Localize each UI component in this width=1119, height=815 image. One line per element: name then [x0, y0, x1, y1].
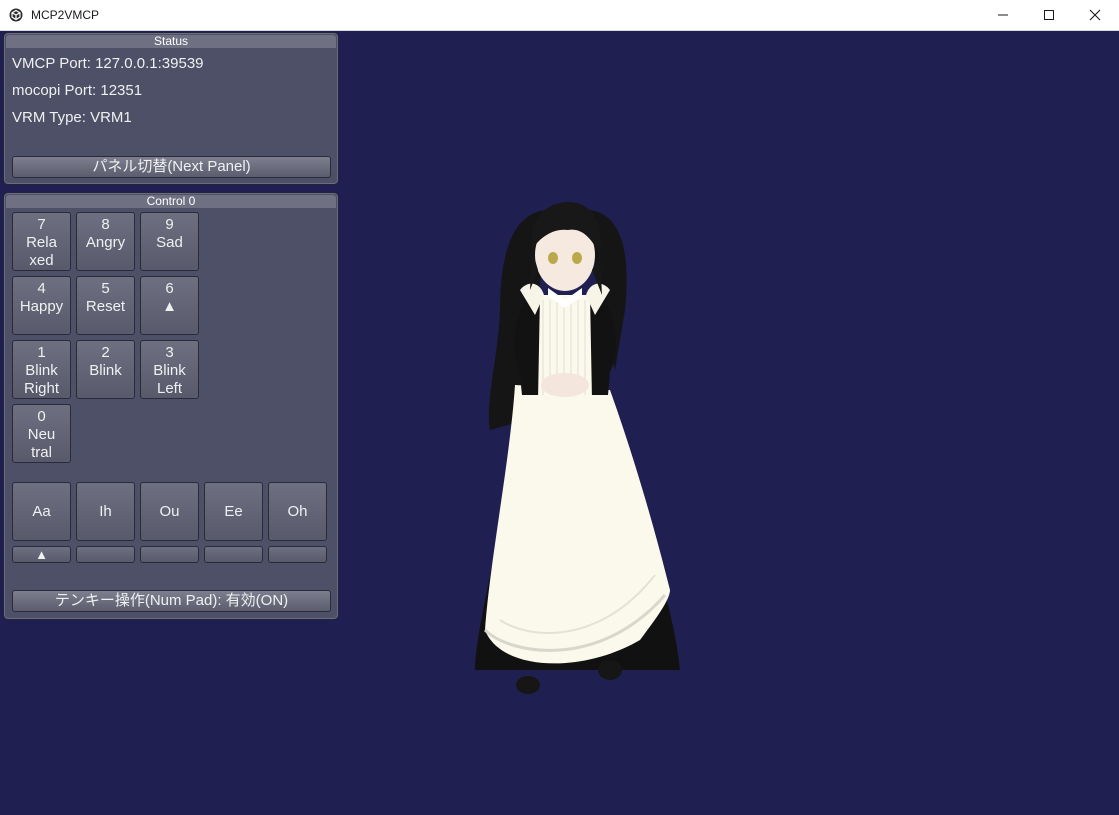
viseme-ih-slider[interactable] [76, 546, 135, 563]
key-label: Rela [26, 234, 57, 251]
key-number: 4 [37, 280, 46, 297]
status-panel-title: Status [6, 35, 336, 48]
close-icon [1089, 9, 1101, 21]
key-8-angry[interactable]: 8 Angry [76, 212, 135, 271]
viseme-ee-slider[interactable] [204, 546, 263, 563]
control-panel-title: Control 0 [6, 195, 336, 208]
next-panel-button[interactable]: パネル切替(Next Panel) [12, 156, 331, 178]
key-4-happy[interactable]: 4 Happy [12, 276, 71, 335]
numpad-toggle-button[interactable]: テンキー操作(Num Pad): 有効(ON) [12, 590, 331, 612]
minimize-icon [998, 14, 1008, 16]
vmcp-port-label: VMCP Port: 127.0.0.1:39539 [12, 55, 204, 72]
viseme-aa-slider[interactable]: ▲ [12, 546, 71, 563]
viseme-ee-button[interactable]: Ee [204, 482, 263, 541]
key-label: Right [23, 380, 60, 397]
title-bar: MCP2VMCP [0, 0, 1119, 31]
key-label: Angry [85, 234, 126, 251]
vrm-type-label: VRM Type: VRM1 [12, 109, 132, 126]
key-number: 2 [101, 344, 110, 361]
key-number: 3 [165, 344, 174, 361]
maximize-icon [1044, 10, 1054, 20]
scene-viewport: Status VMCP Port: 127.0.0.1:39539 mocopi… [0, 31, 1119, 815]
mocopi-port-label: mocopi Port: 12351 [12, 82, 143, 99]
vrm-avatar-character [475, 202, 680, 694]
viseme-ih-button[interactable]: Ih [76, 482, 135, 541]
close-button[interactable] [1072, 0, 1118, 30]
key-number: 7 [37, 216, 46, 233]
key-0-neutral[interactable]: 0 Neu tral [12, 404, 71, 463]
key-number: 6 [165, 280, 174, 297]
key-6-up[interactable]: 6 ▲ [140, 276, 199, 335]
viseme-ou-slider[interactable] [140, 546, 199, 563]
key-label: Happy [19, 298, 64, 315]
key-label: tral [31, 444, 52, 461]
viseme-aa-button[interactable]: Aa [12, 482, 71, 541]
key-label: Reset [85, 298, 126, 315]
key-label: Blink [25, 362, 58, 379]
key-9-sad[interactable]: 9 Sad [140, 212, 199, 271]
key-label: Left [156, 380, 183, 397]
key-label: xed [29, 252, 54, 269]
key-label: Blink [153, 362, 186, 379]
up-triangle-icon: ▲ [162, 298, 177, 315]
key-label: Blink [89, 362, 122, 379]
control-panel: Control 0 7 Rela xed 8 Angry 9 Sad 4 Hap… [3, 192, 339, 620]
minimize-button[interactable] [980, 0, 1026, 30]
key-label: Sad [156, 234, 183, 251]
key-7-relaxed[interactable]: 7 Rela xed [12, 212, 71, 271]
status-panel: Status VMCP Port: 127.0.0.1:39539 mocopi… [3, 32, 339, 185]
viseme-oh-slider[interactable] [268, 546, 327, 563]
key-2-blink[interactable]: 2 Blink [76, 340, 135, 399]
window-title: MCP2VMCP [31, 8, 100, 22]
unity-cube-icon [9, 8, 23, 22]
key-number: 9 [165, 216, 174, 233]
key-3-blink-left[interactable]: 3 Blink Left [140, 340, 199, 399]
key-number: 1 [37, 344, 46, 361]
viseme-oh-button[interactable]: Oh [268, 482, 327, 541]
key-5-reset[interactable]: 5 Reset [76, 276, 135, 335]
key-1-blink-right[interactable]: 1 Blink Right [12, 340, 71, 399]
maximize-button[interactable] [1026, 0, 1072, 30]
viseme-ou-button[interactable]: Ou [140, 482, 199, 541]
key-number: 8 [101, 216, 110, 233]
key-number: 0 [37, 408, 46, 425]
key-number: 5 [101, 280, 110, 297]
key-label: Neu [27, 426, 56, 443]
